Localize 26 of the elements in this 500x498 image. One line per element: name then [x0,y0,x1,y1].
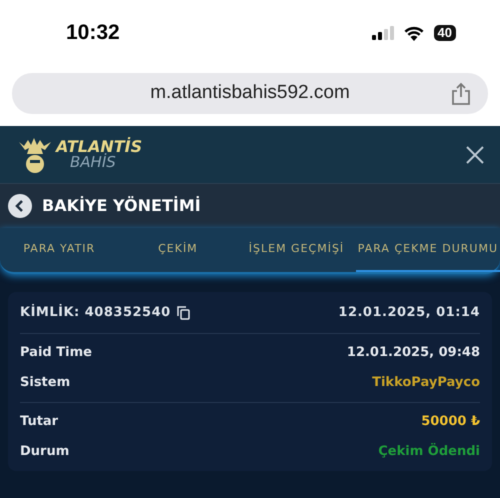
row-value: 50000 ₺ [421,413,480,432]
row-label: Tutar [20,413,58,432]
share-icon[interactable] [451,82,471,106]
signal-icon [372,26,394,40]
created-date: 12.01.2025, 01:14 [338,304,480,322]
tab[interactable]: ÇEKİM [118,228,238,272]
tab[interactable]: PARA YATIR [0,228,119,272]
clock: 10:32 [66,20,120,46]
tab[interactable]: İŞLEM GEÇMİŞİ [237,228,356,272]
battery-icon: 40 [434,25,456,41]
logo-subtitle: BAHİS [69,155,117,170]
row-label: Sistem [20,374,70,392]
tab[interactable]: PARA ÇEKME DURUMU [356,228,500,272]
row-value: Çekim Ödendi [378,442,480,462]
wifi-icon [404,26,424,40]
row-label: Paid Time [20,344,92,362]
close-icon[interactable] [466,146,484,164]
back-icon[interactable] [8,194,32,218]
copy-icon[interactable] [176,306,190,320]
page-title: BAKİYE YÖNETİMİ [42,195,201,217]
address-bar[interactable]: m.atlantisbahis592.com [12,73,488,114]
row-label: Durum [20,443,70,462]
url-text: m.atlantisbahis592.com [150,81,350,106]
row-value: 12.01.2025, 09:48 [346,344,480,362]
row-value: TikkoPayPayco [372,374,480,392]
id-text: KİMLİK: 408352540 [20,303,171,322]
